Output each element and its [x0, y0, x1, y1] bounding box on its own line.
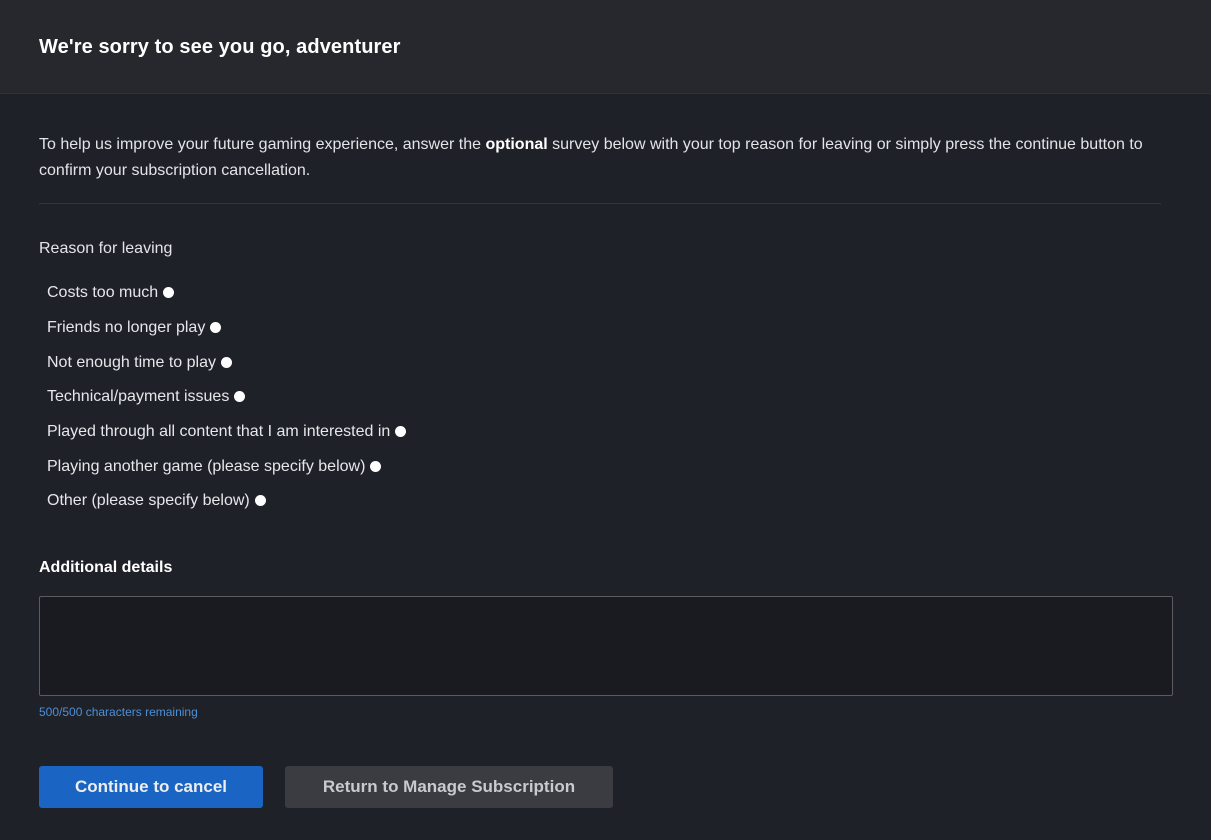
- intro-text: To help us improve your future gaming ex…: [39, 132, 1149, 184]
- divider: [39, 203, 1161, 204]
- reason-option-label: Technical/payment issues: [47, 388, 230, 406]
- radio-button[interactable]: [254, 495, 266, 507]
- radio-button[interactable]: [221, 356, 232, 368]
- intro-text-emphasis: optional: [485, 136, 548, 153]
- reason-option-another-game[interactable]: Playing another game (please specify bel…: [47, 449, 1172, 484]
- additional-details-label: Additional details: [39, 558, 173, 576]
- reason-option-technical[interactable]: Technical/payment issues: [47, 380, 1172, 415]
- reason-option-label: Playing another game (please specify bel…: [47, 457, 366, 475]
- radio-button[interactable]: [370, 460, 382, 472]
- reason-option-label: Played through all content that I am int…: [47, 423, 391, 441]
- reason-radio-group: Costs too much Friends no longer play No…: [39, 276, 1172, 519]
- radio-button[interactable]: [163, 287, 175, 299]
- reason-option-label: Not enough time to play: [47, 353, 216, 371]
- radio-button[interactable]: [395, 426, 407, 438]
- reason-option-friends[interactable]: Friends no longer play: [47, 311, 1172, 346]
- modal-body: To help us improve your future gaming ex…: [0, 132, 1211, 719]
- reason-option-time[interactable]: Not enough time to play: [47, 345, 1172, 380]
- cancellation-modal: We're sorry to see you go, adventurer To…: [0, 0, 1211, 840]
- reason-option-label: Costs too much: [47, 284, 159, 302]
- modal-header: We're sorry to see you go, adventurer: [0, 0, 1211, 94]
- action-buttons: Continue to cancel Return to Manage Subs…: [39, 766, 613, 808]
- additional-details-textarea[interactable]: [39, 595, 1173, 696]
- reason-option-played-through[interactable]: Played through all content that I am int…: [47, 415, 1172, 450]
- continue-to-cancel-button[interactable]: Continue to cancel: [39, 766, 263, 808]
- reason-option-other[interactable]: Other (please specify below): [47, 484, 1172, 519]
- reason-option-label: Other (please specify below): [47, 492, 250, 510]
- reason-label: Reason for leaving: [39, 240, 173, 257]
- return-to-manage-subscription-button[interactable]: Return to Manage Subscription: [285, 766, 613, 808]
- radio-button[interactable]: [234, 391, 246, 403]
- reason-option-label: Friends no longer play: [47, 319, 206, 337]
- modal-title: We're sorry to see you go, adventurer: [39, 36, 401, 58]
- reason-option-costs[interactable]: Costs too much: [47, 276, 1172, 311]
- character-count: 500/500 characters remaining: [39, 704, 198, 719]
- intro-text-start: To help us improve your future gaming ex…: [39, 136, 486, 153]
- radio-button[interactable]: [210, 322, 222, 334]
